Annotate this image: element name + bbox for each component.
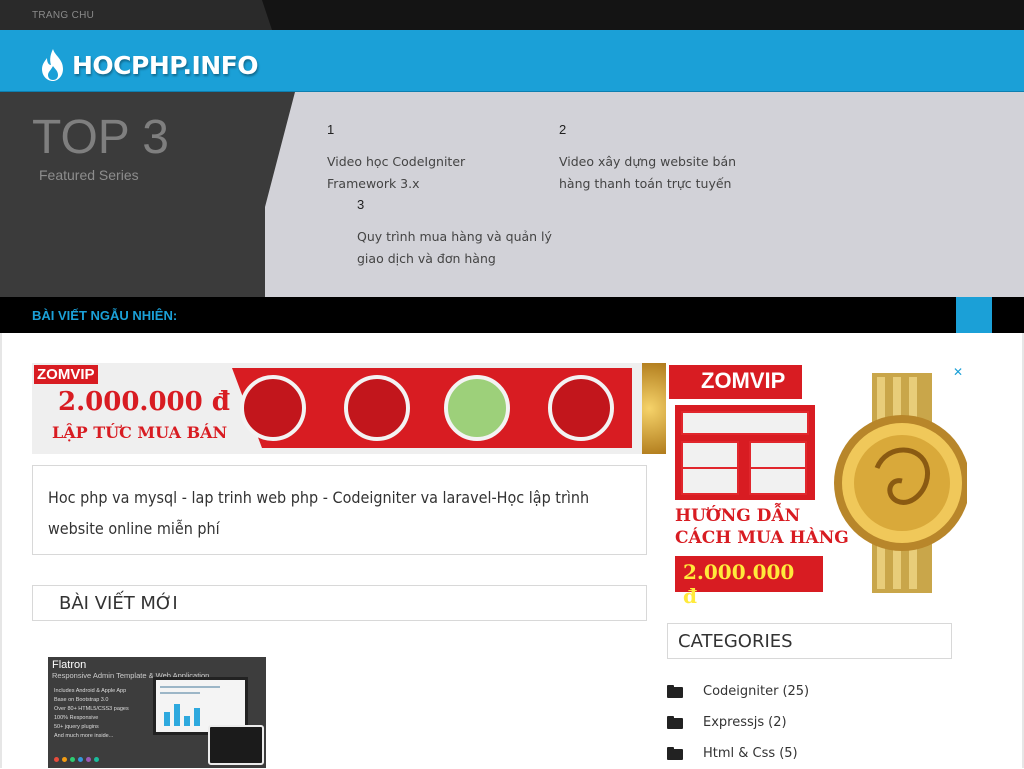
thumb-feature: And much more inside... [54,733,114,739]
categories-heading: CATEGORIES [667,623,952,659]
featured-title: TOP 3 [32,111,169,164]
random-posts-label: BÀI VIẾT NGẪU NHIÊN: [32,308,178,323]
category-name[interactable]: Html & Css [703,746,775,761]
categories-list: Codeigniter (25) Expressjs (2) Html & Cs… [667,676,809,769]
post-thumbnail[interactable]: Flatron Responsive Admin Template & Web … [48,657,266,768]
folder-icon [667,747,683,760]
folder-icon [667,685,683,698]
ad-right-guide: HƯỚNG DẪN CÁCH MUA HÀNG [675,505,849,549]
flame-icon [42,49,63,81]
thumb-tablet-image [208,725,264,765]
thumb-feature: Base on Bootstrap 3.0 [54,697,109,703]
top-nav-bar: TRANG CHU [0,0,1024,30]
ad-right-products [675,405,815,500]
featured-item-number: 1 [327,122,335,137]
category-name[interactable]: Codeigniter [703,684,778,699]
random-posts-button[interactable] [956,297,992,333]
featured-subtitle: Featured Series [39,167,139,183]
featured-item-number: 3 [357,197,365,212]
site-logo-text: HOCPHP.INFO [72,50,259,80]
featured-item-number: 2 [559,122,567,137]
thumb-feature: Includes Android & Apple App [54,688,127,694]
category-count: (25) [782,684,810,699]
random-posts-bar: BÀI VIẾT NGẪU NHIÊN: [0,297,1024,333]
thumb-feature-list: Includes Android & Apple App Base on Boo… [54,687,129,741]
thumb-feature: Over 80+ HTML5/CSS3 pages [54,706,129,712]
category-count: (5) [779,746,798,761]
ad-price: 2.000.000 đ [58,387,230,417]
thumb-feature: 100% Responsive [54,715,99,721]
ad-right-guide-line1: HƯỚNG DẪN [675,506,801,526]
banner-ad-right[interactable]: ZOMVIP HƯỚNG DẪN CÁCH MUA HÀNG 2.000.000… [667,363,967,613]
featured-item[interactable]: 3 Quy trình mua hàng và quản lý giao dịc… [357,197,562,270]
ad-product-cloth [444,375,510,441]
featured-item[interactable]: 1 Video học CodeIgniter Framework 3.x [327,122,527,195]
ad-cta: LẬP TỨC MUA BÁN [52,423,228,442]
ad-product-box [548,375,614,441]
ad-right-price: 2.000.000 đ [675,556,823,608]
category-item[interactable]: Expressjs (2) [667,707,809,738]
thumb-title: Flatron [52,659,87,671]
category-count: (2) [768,715,787,730]
ad-close-icon[interactable]: ✕ [951,365,965,379]
nav-home-label[interactable]: TRANG CHU [32,10,94,21]
category-item[interactable]: Html & Css (5) [667,738,809,769]
ad-product-strap [240,375,306,441]
featured-item-title[interactable]: Video học CodeIgniter Framework 3.x [327,151,527,195]
ad-right-brand: ZOMVIP [669,365,802,399]
category-name[interactable]: Expressjs [703,715,764,730]
site-description: Hoc php va mysql - lap trinh web php - C… [32,465,647,555]
nav-home-tab[interactable]: TRANG CHU [0,0,272,30]
featured-item-title[interactable]: Quy trình mua hàng và quản lý giao dịch … [357,226,562,270]
thumb-color-dots [54,757,99,762]
new-posts-heading: BÀI VIẾT MỚI [32,585,647,621]
site-logo[interactable]: HOCPHP.INFO [38,48,259,82]
ad-watch-image [834,373,967,593]
featured-item[interactable]: 2 Video xây dựng website bán hàng thanh … [559,122,759,195]
ad-brand-logo: ZOMVIP [34,365,98,384]
ad-product-tool [344,375,410,441]
ad-watch-image [642,363,666,454]
featured-item-title[interactable]: Video xây dựng website bán hàng thanh to… [559,151,759,195]
ad-right-guide-line2: CÁCH MUA HÀNG [675,528,849,548]
category-item[interactable]: Codeigniter (25) [667,676,809,707]
folder-icon [667,716,683,729]
featured-series: TOP 3 Featured Series 1 Video học CodeIg… [0,92,1024,297]
header-brand-bar: HOCPHP.INFO [0,30,1024,92]
banner-ad-top[interactable]: ZOMVIP 2.000.000 đ LẬP TỨC MUA BÁN [32,363,666,454]
thumb-feature: 50+ jquery plugins [54,724,99,730]
